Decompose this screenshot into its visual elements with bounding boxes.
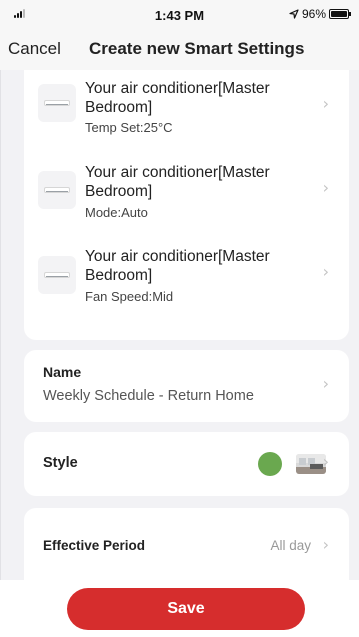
effective-period-value: All day	[270, 538, 311, 553]
chevron-right-icon: ›	[322, 374, 329, 393]
bottom-bar: Save	[0, 580, 359, 637]
location-arrow-icon	[289, 9, 299, 19]
chevron-right-icon: ›	[322, 535, 329, 554]
status-bar: 1:43 PM 96%	[0, 0, 359, 30]
chevron-right-icon: ›	[322, 178, 329, 197]
actions-card: Your air conditioner[Master Bedroom] Tem…	[24, 70, 349, 340]
action-row[interactable]: Your air conditioner[Master Bedroom] Tem…	[24, 70, 349, 156]
battery-percent: 96%	[301, 7, 326, 21]
page-edge	[0, 0, 1, 637]
air-conditioner-icon	[38, 84, 76, 122]
style-label: Style	[43, 455, 78, 471]
page-title: Create new Smart Settings	[89, 39, 305, 58]
nav-bar: Cancel Create new Smart Settings	[0, 30, 359, 70]
action-device-label: Your air conditioner[Master Bedroom]	[85, 80, 270, 116]
action-row[interactable]: Your air conditioner[Master Bedroom] Fan…	[24, 242, 349, 328]
style-color-swatch	[258, 452, 282, 476]
effective-period-row[interactable]: Effective Period All day ›	[24, 508, 349, 580]
cancel-button[interactable]: Cancel	[8, 39, 61, 59]
name-row[interactable]: Name Weekly Schedule - Return Home ›	[24, 350, 349, 422]
action-row[interactable]: Your air conditioner[Master Bedroom] Mod…	[24, 156, 349, 242]
air-conditioner-icon	[38, 256, 76, 294]
air-conditioner-icon	[38, 171, 76, 209]
action-detail: Mode:Auto	[85, 205, 148, 220]
action-device-label: Your air conditioner[Master Bedroom]	[85, 164, 270, 200]
action-device-label: Your air conditioner[Master Bedroom]	[85, 248, 270, 284]
name-label: Name	[43, 364, 82, 380]
chevron-right-icon: ›	[322, 452, 329, 471]
action-detail: Temp Set:25°C	[85, 120, 173, 135]
style-row[interactable]: Style ›	[24, 432, 349, 496]
status-right: 96%	[289, 7, 351, 21]
name-value: Weekly Schedule - Return Home	[43, 388, 254, 404]
style-room-thumbnail	[296, 454, 326, 474]
save-button[interactable]: Save	[67, 588, 305, 630]
battery-icon	[329, 9, 351, 19]
action-detail: Fan Speed:Mid	[85, 289, 174, 304]
chevron-right-icon: ›	[322, 94, 329, 113]
effective-period-label: Effective Period	[43, 538, 146, 553]
chevron-right-icon: ›	[322, 262, 329, 281]
